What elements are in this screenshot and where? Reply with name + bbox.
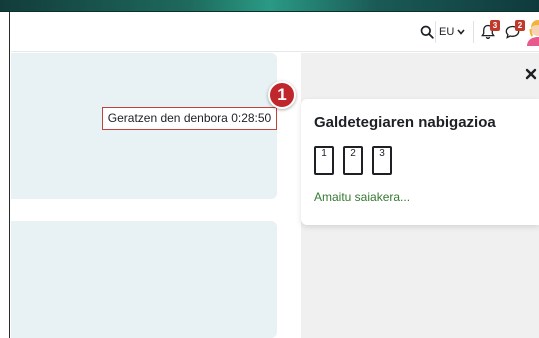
navbar: EU 3 2 bbox=[11, 12, 539, 52]
close-icon bbox=[525, 68, 537, 80]
finish-attempt-link[interactable]: Amaitu saiakera... bbox=[314, 190, 410, 204]
search-button[interactable] bbox=[417, 22, 437, 42]
question-nav-button[interactable]: 3 bbox=[372, 146, 392, 175]
notifications-badge: 3 bbox=[490, 20, 500, 31]
search-icon bbox=[420, 25, 434, 39]
callout-marker: 1 bbox=[268, 81, 296, 109]
time-remaining: Geratzen den denbora 0:28:50 bbox=[102, 107, 277, 130]
messages-badge: 2 bbox=[515, 20, 525, 31]
left-edge bbox=[0, 12, 10, 338]
avatar bbox=[527, 20, 539, 46]
messages-button[interactable]: 2 bbox=[501, 20, 525, 43]
close-drawer-button[interactable] bbox=[525, 66, 539, 82]
quiz-navigation-title: Galdetegiaren nabigazioa bbox=[314, 114, 496, 131]
language-label: EU bbox=[439, 26, 455, 38]
question-nav-button[interactable]: 2 bbox=[343, 146, 363, 175]
question-number: 3 bbox=[379, 148, 385, 159]
navbar-divider bbox=[435, 21, 436, 43]
question-number: 1 bbox=[321, 148, 327, 159]
navbar-divider bbox=[473, 21, 474, 43]
notifications-button[interactable]: 3 bbox=[478, 20, 500, 43]
chevron-down-icon bbox=[457, 29, 465, 35]
language-menu[interactable]: EU bbox=[439, 22, 465, 42]
question-card bbox=[11, 221, 277, 338]
user-avatar[interactable] bbox=[525, 18, 539, 46]
question-nav-button[interactable]: 1 bbox=[314, 146, 334, 175]
top-banner bbox=[0, 0, 539, 12]
question-number: 2 bbox=[350, 148, 356, 159]
